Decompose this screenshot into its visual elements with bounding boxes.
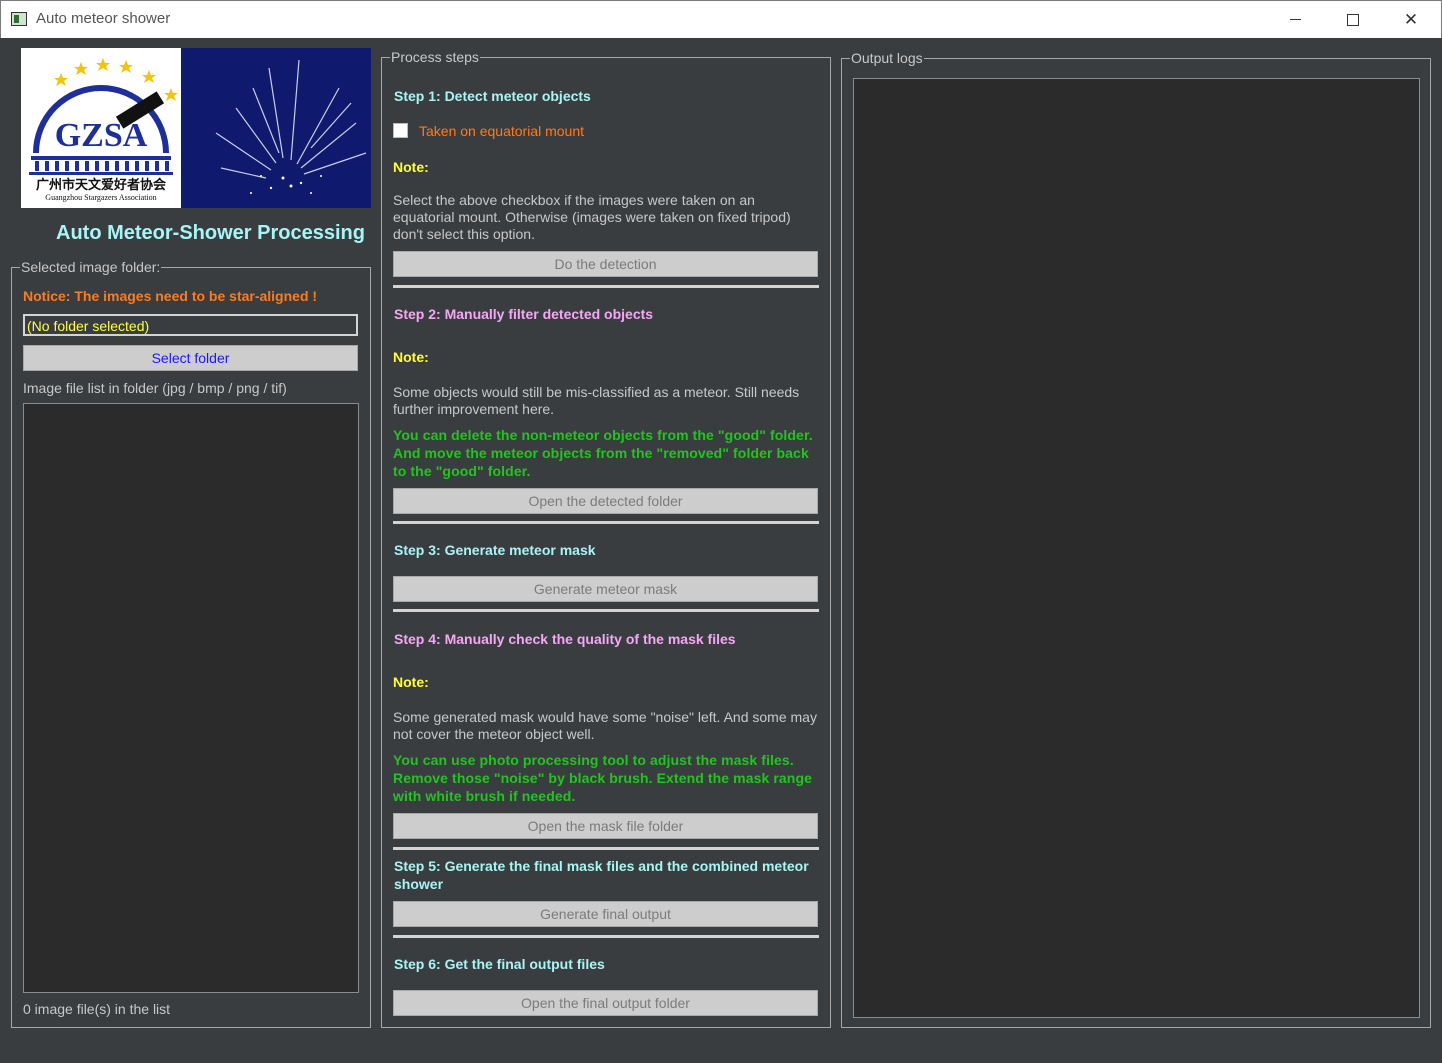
- minimize-button[interactable]: [1266, 1, 1324, 38]
- file-list-label: Image file list in folder (jpg / bmp / p…: [23, 380, 287, 396]
- open-mask-folder-button[interactable]: Open the mask file folder: [393, 813, 818, 839]
- title-bar: Auto meteor shower ✕: [0, 0, 1442, 38]
- step1-title: Step 1: Detect meteor objects: [394, 88, 591, 104]
- step2-tip: You can delete the non-meteor objects fr…: [393, 427, 813, 479]
- close-icon: ✕: [1403, 9, 1419, 29]
- step6-title: Step 6: Get the final output files: [394, 956, 605, 972]
- step2-title: Step 2: Manually filter detected objects: [394, 306, 654, 322]
- open-final-output-button[interactable]: Open the final output folder: [393, 990, 818, 1016]
- step4-tip: You can use photo processing tool to adj…: [393, 752, 812, 804]
- step5-title: Step 5: Generate the final mask files an…: [394, 858, 809, 892]
- logo-english-text: Guangzhou Stargazers Association: [45, 193, 156, 202]
- output-log-area[interactable]: [853, 78, 1420, 1018]
- folder-path-field[interactable]: (No folder selected): [23, 314, 358, 336]
- app-heading: Auto Meteor-Shower Processing: [56, 222, 365, 244]
- step4-note-label: Note:: [393, 674, 429, 690]
- open-detected-folder-button[interactable]: Open the detected folder: [393, 488, 818, 514]
- step4-description: Some generated mask would have some "noi…: [393, 709, 817, 742]
- step-separator: [393, 285, 819, 288]
- step1-note-label: Note:: [393, 159, 429, 175]
- maximize-icon: [1347, 13, 1359, 26]
- window-title: Auto meteor shower: [36, 10, 171, 27]
- step3-title: Step 3: Generate meteor mask: [394, 542, 596, 558]
- step2-description: Some objects would still be mis-classifi…: [393, 384, 800, 417]
- do-detection-button[interactable]: Do the detection: [393, 251, 818, 277]
- select-folder-button[interactable]: Select folder: [23, 345, 358, 371]
- step2-note-label: Note:: [393, 349, 429, 365]
- step-separator: [393, 609, 819, 612]
- step1-description: Select the above checkbox if the images …: [393, 192, 791, 242]
- minimize-icon: [1289, 19, 1301, 20]
- close-button[interactable]: ✕: [1382, 1, 1440, 38]
- equatorial-mount-label[interactable]: Taken on equatorial mount: [419, 123, 584, 139]
- generate-meteor-mask-button[interactable]: Generate meteor mask: [393, 576, 818, 602]
- maximize-button[interactable]: [1324, 1, 1382, 38]
- generate-final-output-button[interactable]: Generate final output: [393, 901, 818, 927]
- output-logs-group-label: Output logs: [850, 50, 924, 66]
- org-logo: GZSA 广州市天文爱好者协会 Guangzhou Stargazers Ass…: [21, 48, 371, 208]
- step-separator: [393, 847, 819, 850]
- process-steps-group-label: Process steps: [390, 49, 480, 65]
- step4-title: Step 4: Manually check the quality of th…: [394, 631, 736, 647]
- equatorial-mount-checkbox[interactable]: [393, 123, 408, 138]
- app-icon: [11, 12, 27, 26]
- image-file-list[interactable]: [23, 403, 359, 993]
- star-aligned-notice: Notice: The images need to be star-align…: [23, 288, 318, 304]
- file-count-text: 0 image file(s) in the list: [23, 1001, 171, 1017]
- logo-chinese-text: 广州市天文爱好者协会: [36, 177, 167, 193]
- image-folder-group-label: Selected image folder:: [20, 259, 162, 275]
- step-separator: [393, 521, 819, 524]
- step-separator: [393, 935, 819, 938]
- logo-mark: GZSA: [55, 117, 148, 154]
